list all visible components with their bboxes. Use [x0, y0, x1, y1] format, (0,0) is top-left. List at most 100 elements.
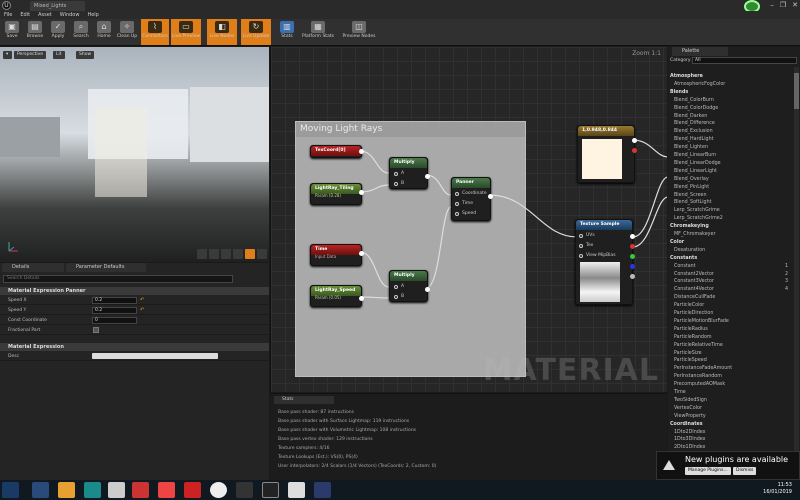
palette-item[interactable]: Desaturation [668, 247, 792, 255]
live-update-button[interactable]: ↻ Live Update [241, 19, 271, 45]
sphere-shape-icon[interactable] [209, 249, 219, 259]
home-button[interactable]: ⌂ Home [94, 19, 114, 45]
reset-arrow-icon[interactable]: ↶ [140, 296, 144, 305]
menu-file[interactable]: File [4, 11, 12, 19]
apply-button[interactable]: ✓ Apply [48, 19, 68, 45]
input-pin-a[interactable] [394, 285, 398, 289]
palette-item[interactable]: 1Dto3DIndex [668, 436, 792, 444]
palette-category[interactable]: Constants [668, 255, 792, 263]
lightray-tiling-node[interactable]: LightRay_Tiling Param (0.28) [310, 183, 364, 205]
output-pin-r[interactable] [632, 148, 637, 153]
menu-window[interactable]: Window [60, 11, 80, 19]
output-pin-r[interactable] [630, 244, 635, 249]
app-icon[interactable] [184, 482, 201, 498]
custom-mesh-icon[interactable] [245, 249, 255, 259]
palette-item[interactable]: TwoSidedSign [668, 397, 792, 405]
scrollbar-thumb[interactable] [794, 73, 799, 109]
palette-item[interactable]: Time [668, 389, 792, 397]
const-coordinate-input[interactable]: 0 [92, 317, 137, 324]
output-pin-a[interactable] [630, 274, 635, 279]
output-pin[interactable] [488, 194, 493, 199]
browse-button[interactable]: ▤ Browse [24, 19, 46, 45]
input-pin-uvs[interactable] [579, 234, 583, 238]
tab-stats[interactable]: Stats [274, 396, 334, 404]
search-button[interactable]: ⌕ Search [70, 19, 92, 45]
palette-item[interactable]: ParticleRelativeTime [668, 342, 792, 350]
multiply-node-1[interactable]: Multiply A B [389, 157, 430, 189]
palette-item[interactable]: 1Dto2DIndex [668, 429, 792, 437]
palette-item[interactable]: Constant4Vector 4 [668, 286, 792, 294]
palette-item[interactable]: ParticleRadius [668, 326, 792, 334]
palette-item[interactable]: ViewProperty [668, 413, 792, 421]
palette-item[interactable]: ParticleSize [668, 350, 792, 358]
teapot-shape-icon[interactable] [257, 249, 267, 259]
cube-shape-icon[interactable] [233, 249, 243, 259]
output-pin[interactable] [359, 251, 364, 256]
clock[interactable]: 11:53 16/01/2019 [763, 482, 792, 496]
palette-item[interactable]: Constant 1 [668, 263, 792, 271]
color-constant-node[interactable]: 1,0.948,0.844 [577, 125, 637, 183]
palette-item[interactable]: Blend_ColorDodge [668, 105, 792, 113]
palette-item[interactable]: PerInstanceRandom [668, 373, 792, 381]
palette-category[interactable]: Color [668, 239, 792, 247]
output-pin[interactable] [425, 174, 430, 179]
tab-details[interactable]: Details [2, 263, 64, 272]
app-icon[interactable] [210, 482, 227, 498]
menu-asset[interactable]: Asset [38, 11, 52, 19]
palette-item[interactable]: Lerp_ScratchGrime2 [668, 215, 792, 223]
fractional-part-checkbox[interactable] [93, 327, 99, 333]
output-pin-g[interactable] [630, 254, 635, 259]
palette-item[interactable]: AtmosphericFogColor [668, 81, 792, 89]
section-material-expression-panner[interactable]: Material Expression Panner [0, 287, 269, 295]
live-preview-button[interactable]: ▭ Live Preview [171, 19, 201, 45]
photoshop-icon[interactable] [314, 482, 331, 498]
output-pin[interactable] [425, 287, 430, 292]
input-pin-view-mipbias[interactable] [579, 254, 583, 258]
chrome-icon[interactable] [288, 482, 305, 498]
live-nodes-button[interactable]: ◧ Live Nodes [207, 19, 237, 45]
input-pin-tex[interactable] [579, 244, 583, 248]
palette-category[interactable]: Chromakeying [668, 223, 792, 231]
palette-item[interactable]: Constant3Vector 3 [668, 278, 792, 286]
lightray-speed-node[interactable]: LightRay_Speed Param (0.05) [310, 285, 364, 307]
texcoord-node[interactable]: TexCoord[0] [310, 145, 364, 158]
palette-item[interactable]: Constant2Vector 2 [668, 271, 792, 279]
app-icon[interactable] [84, 482, 101, 498]
palette-category[interactable]: Coordinates [668, 421, 792, 429]
document-tab[interactable]: Mixed_Lights [30, 1, 85, 11]
multiply-node-2[interactable]: Multiply A B [389, 270, 430, 302]
palette-item[interactable]: ParticleDirection [668, 310, 792, 318]
tab-parameter-defaults[interactable]: Parameter Defaults [66, 263, 146, 272]
maximize-button[interactable]: ❐ [780, 0, 786, 11]
output-pin[interactable] [359, 296, 364, 301]
save-button[interactable]: ▣ Save [2, 19, 22, 45]
palette-item[interactable]: Blend_LinearLight [668, 168, 792, 176]
show-button[interactable]: Show [76, 51, 95, 59]
palette-item[interactable]: Blend_HardLight [668, 136, 792, 144]
menu-edit[interactable]: Edit [20, 11, 30, 19]
palette-item[interactable]: ParticleColor [668, 302, 792, 310]
output-pin-b[interactable] [630, 264, 635, 269]
time-node[interactable]: Time Input Data [310, 244, 364, 266]
input-pin-speed[interactable] [455, 212, 459, 216]
palette-item[interactable]: Blend_LinearDodge [668, 160, 792, 168]
palette-item[interactable]: Blend_ColorBurn [668, 97, 792, 105]
details-search-input[interactable]: Search Details [3, 275, 233, 283]
connectors-button[interactable]: ⌇ Connectors [141, 19, 169, 45]
viewport-menu-button[interactable]: ▾ [3, 51, 12, 59]
output-pin[interactable] [359, 149, 364, 154]
palette-category[interactable]: Atmosphere [668, 73, 792, 81]
minimize-button[interactable]: – [770, 0, 774, 11]
epic-launcher-icon[interactable] [236, 482, 253, 498]
app-icon[interactable] [132, 482, 149, 498]
perspective-button[interactable]: Perspective [14, 51, 47, 59]
desc-input[interactable] [92, 353, 218, 359]
palette-item[interactable]: MF_Chromakeyer [668, 231, 792, 239]
palette-item[interactable]: Blend_Lighten [668, 144, 792, 152]
section-material-expression[interactable]: Material Expression [0, 343, 269, 351]
texture-sample-node[interactable]: Texture Sample UVs Tex View MipBias [575, 219, 635, 305]
input-pin-coordinate[interactable] [455, 192, 459, 196]
panner-node[interactable]: Panner Coordinate Time Speed [451, 177, 493, 221]
cylinder-shape-icon[interactable] [197, 249, 207, 259]
palette-item[interactable]: DistanceCullFade [668, 294, 792, 302]
